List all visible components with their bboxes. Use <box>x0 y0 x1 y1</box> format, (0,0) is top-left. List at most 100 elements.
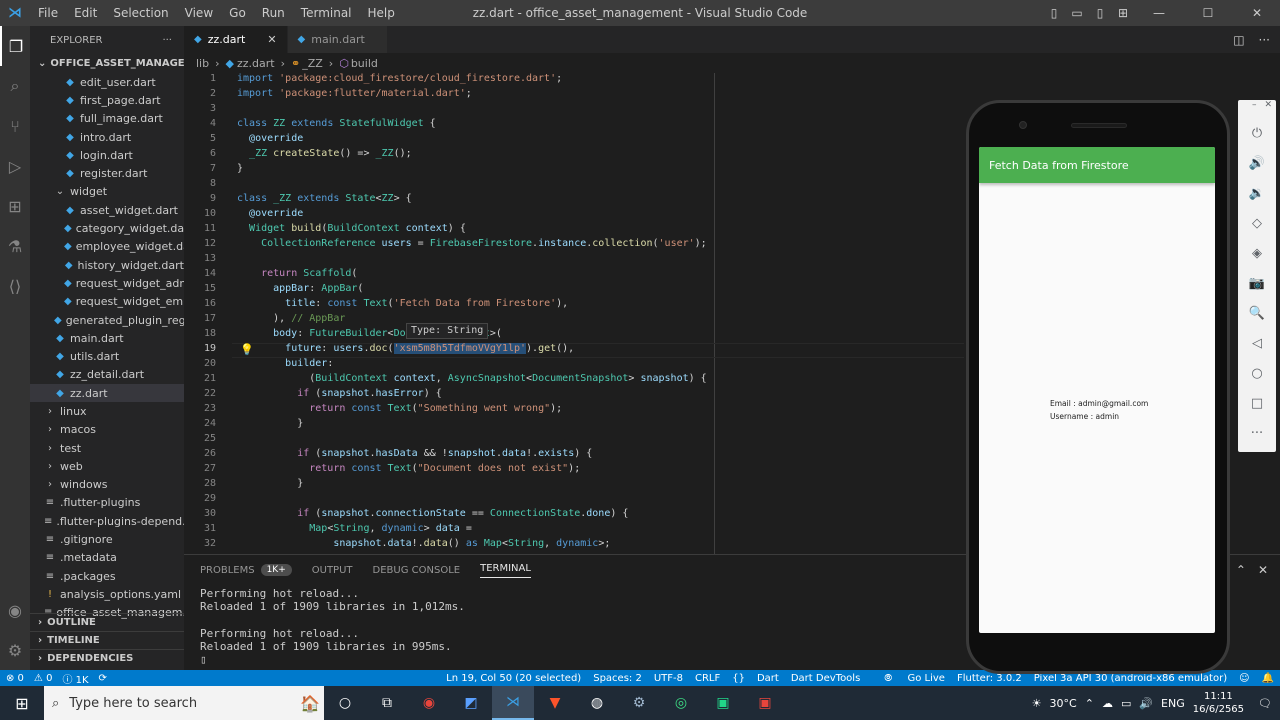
close-icon[interactable]: ✕ <box>1264 100 1272 118</box>
tab-problems[interactable]: PROBLEMS <box>200 565 255 576</box>
menu-help[interactable]: Help <box>360 6 403 20</box>
close-tab-icon[interactable]: ✕ <box>267 33 276 46</box>
more-actions-icon[interactable]: ··· <box>1259 33 1270 47</box>
tab-debug-console[interactable]: DEBUG CONSOLE <box>373 565 461 576</box>
clock[interactable]: 11:11 16/6/2565 <box>1193 690 1244 716</box>
minimize-button[interactable]: — <box>1136 6 1182 20</box>
tree-item[interactable]: › macos <box>30 421 184 439</box>
encoding[interactable]: UTF-8 <box>654 673 683 684</box>
more-actions-icon[interactable]: ··· <box>162 35 172 46</box>
feedback-icon[interactable]: ☺ <box>1239 673 1249 684</box>
tab-output[interactable]: OUTPUT <box>312 565 353 576</box>
tree-item[interactable]: ◆ first_page.dart <box>30 91 184 109</box>
cortana-icon[interactable]: ○ <box>324 686 366 720</box>
split-editor-icon[interactable]: ◫ <box>1233 33 1244 47</box>
app-gear-icon[interactable]: ⚙ <box>618 686 660 720</box>
android-studio-icon[interactable]: ▣ <box>702 686 744 720</box>
language-mode[interactable]: Dart <box>757 673 779 684</box>
breadcrumb-method[interactable]: build <box>351 57 378 70</box>
dart-devtools[interactable]: Dart DevTools <box>791 673 860 684</box>
camera-icon[interactable]: 📷 <box>1238 268 1276 298</box>
tree-item[interactable]: ◆ main.dart <box>30 329 184 347</box>
layout-panel-icon[interactable]: ▭ <box>1067 6 1087 20</box>
tree-item[interactable]: ≡ .gitignore <box>30 530 184 548</box>
volume-up-icon[interactable]: 🔊 <box>1238 148 1276 178</box>
indentation[interactable]: Spaces: 2 <box>593 673 642 684</box>
extensions-icon[interactable]: ⊞ <box>0 186 30 226</box>
terminal-output[interactable]: Performing hot reload... Reloaded 1 of 1… <box>200 587 465 667</box>
zoom-icon[interactable]: 🔍 <box>1238 298 1276 328</box>
tree-item[interactable]: ◆ category_widget.dart <box>30 219 184 237</box>
tree-item[interactable]: ◆ edit_user.dart <box>30 73 184 91</box>
weather-temp[interactable]: 30°C <box>1050 697 1077 710</box>
manage-gear-icon[interactable]: ⚙ <box>0 630 30 670</box>
menu-selection[interactable]: Selection <box>105 6 176 20</box>
device-selector[interactable]: Pixel 3a API 30 (android-x86 emulator) <box>1034 673 1227 684</box>
go-live-item[interactable]: ⦾ Go Live <box>872 673 945 684</box>
menu-terminal[interactable]: Terminal <box>293 6 360 20</box>
search-icon[interactable]: ⌕ <box>0 66 30 106</box>
overview-icon[interactable]: □ <box>1238 388 1276 418</box>
breadcrumb-class[interactable]: _ZZ <box>302 57 323 70</box>
menu-go[interactable]: Go <box>221 6 254 20</box>
tab-zz-dart[interactable]: ◆ zz.dart ✕ <box>184 26 288 53</box>
task-view-icon[interactable]: ⧉ <box>366 686 408 720</box>
chrome-icon[interactable]: ◉ <box>408 686 450 720</box>
tree-item[interactable]: ◆ intro.dart <box>30 128 184 146</box>
menu-run[interactable]: Run <box>254 6 293 20</box>
remote-explorer-icon[interactable]: ⟨⟩ <box>0 266 30 306</box>
app-green-icon[interactable]: ◎ <box>660 686 702 720</box>
app-red-icon[interactable]: ▣ <box>744 686 786 720</box>
tree-item[interactable]: ≡ .flutter-plugins <box>30 494 184 512</box>
brave-icon[interactable]: ▼ <box>534 686 576 720</box>
tree-item[interactable]: ◆ history_widget.dart <box>30 256 184 274</box>
tree-item[interactable]: ≡ .packages <box>30 567 184 585</box>
windows-start-icon[interactable]: ⊞ <box>0 694 44 713</box>
sync-icon[interactable]: ⟳ <box>99 673 107 684</box>
tree-item[interactable]: ◆ generated_plugin_reg... <box>30 311 184 329</box>
braces-icon[interactable]: {} <box>732 673 745 684</box>
outline-section[interactable]: › OUTLINE <box>30 613 184 631</box>
power-icon[interactable]: ⏻ <box>1238 118 1276 148</box>
vscode-taskbar-icon[interactable]: ⋊ <box>492 686 534 720</box>
volume-down-icon[interactable]: 🔉 <box>1238 178 1276 208</box>
cursor-position[interactable]: Ln 19, Col 50 (20 selected) <box>446 673 581 684</box>
more-icon[interactable]: ··· <box>1238 418 1276 448</box>
breadcrumb-lib[interactable]: lib <box>196 57 209 70</box>
customize-layout-icon[interactable]: ⊞ <box>1113 6 1133 20</box>
taskbar-search[interactable]: ⌕ Type here to search 🏠 <box>44 686 324 720</box>
tree-item[interactable]: ◆ login.dart <box>30 146 184 164</box>
info-count[interactable]: ⓘ 1K <box>62 671 88 686</box>
tree-item[interactable]: ◆ full_image.dart <box>30 110 184 128</box>
tray-chevron-icon[interactable]: ⌃ <box>1085 697 1094 710</box>
timeline-section[interactable]: › TIMELINE <box>30 631 184 649</box>
notification-center-icon[interactable]: 🗨 <box>1258 697 1272 710</box>
app-blue-icon[interactable]: ◩ <box>450 686 492 720</box>
tree-item[interactable]: ◆ zz_detail.dart <box>30 366 184 384</box>
source-control-icon[interactable]: ⑂ <box>0 106 30 146</box>
tab-main-dart[interactable]: ◆ main.dart <box>287 26 388 53</box>
explorer-icon[interactable]: ❐ <box>0 26 30 66</box>
breadcrumb-file[interactable]: zz.dart <box>237 57 275 70</box>
flutter-version[interactable]: Flutter: 3.0.2 <box>957 673 1022 684</box>
warnings-count[interactable]: ⚠ 0 <box>34 673 53 684</box>
app-circle-icon[interactable]: ◍ <box>576 686 618 720</box>
tab-terminal[interactable]: TERMINAL <box>480 563 531 578</box>
layout-secondary-icon[interactable]: ▯ <box>1090 6 1110 20</box>
testing-icon[interactable]: ⚗ <box>0 226 30 266</box>
tree-item[interactable]: ≡ .flutter-plugins-depend... <box>30 512 184 530</box>
tree-item[interactable]: ! analysis_options.yaml <box>30 585 184 603</box>
tree-item[interactable]: ◆ utils.dart <box>30 347 184 365</box>
layout-sidebar-icon[interactable]: ▯ <box>1044 6 1064 20</box>
line-ending[interactable]: CRLF <box>695 673 720 684</box>
tree-item[interactable]: › windows <box>30 476 184 494</box>
phone-screen[interactable]: Fetch Data from Firestore Email : admin@… <box>979 147 1215 633</box>
tree-item[interactable]: › linux <box>30 402 184 420</box>
maximize-panel-icon[interactable]: ⌃ <box>1236 563 1246 577</box>
menu-view[interactable]: View <box>177 6 221 20</box>
dependencies-section[interactable]: › DEPENDENCIES <box>30 649 184 667</box>
errors-count[interactable]: ⊗ 0 <box>6 673 24 684</box>
close-window-button[interactable]: ✕ <box>1234 6 1280 20</box>
tree-item[interactable]: ⌄ widget <box>30 183 184 201</box>
menu-file[interactable]: File <box>30 6 66 20</box>
